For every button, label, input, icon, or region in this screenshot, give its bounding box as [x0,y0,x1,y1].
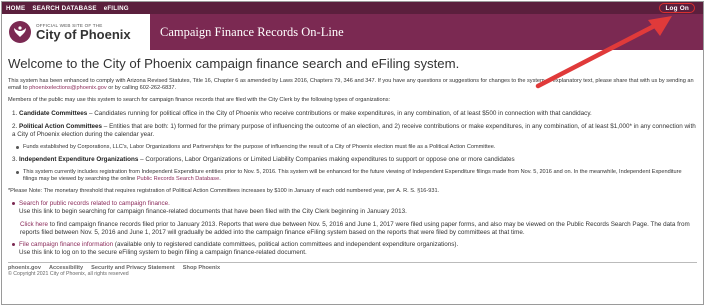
search-section: Search for public records related to cam… [12,200,697,216]
threshold-note: *Please Note: The monetary threshold tha… [8,188,440,195]
members-paragraph: Members of the public may use this syste… [8,97,391,104]
org-political-action-committees: 2. Political Action Committees – Entitie… [12,122,696,138]
footer-shop-link[interactable]: Shop Phoenix [183,265,220,271]
phoenix-bird-icon [9,21,31,43]
list-item: Funds established by Corporations, LLC's… [16,144,697,151]
click-here-link[interactable]: Click here [20,221,48,228]
nav-efiling-link[interactable]: eFILING [104,5,129,12]
efiling-section: File campaign finance information (avail… [12,241,697,257]
site-title: Campaign Finance Records On-Line [160,24,344,39]
list-item: This system currently includes registrat… [16,169,697,183]
org-independent-expenditure: 3. Independent Expenditure Organizations… [12,155,515,163]
logon-highlight: Log On [659,3,695,13]
nav-search-database-link[interactable]: SEARCH DATABASE [32,5,96,12]
logo-big-text: City of Phoenix [36,27,131,42]
intro-paragraph: This system has been enhanced to comply … [8,78,694,92]
main-content: Welcome to the City of Phoenix campaign … [2,50,703,257]
page-title: Welcome to the City of Phoenix campaign … [8,56,460,71]
file-campaign-finance-link[interactable]: File campaign finance information [19,241,113,248]
nav-home-link[interactable]: HOME [6,5,25,12]
prior-records-paragraph: Click here to find campaign finance reco… [20,221,690,237]
public-records-search-link[interactable]: Public Records Search Database [137,176,219,182]
logon-link[interactable]: Log On [665,5,689,12]
copyright-text: © Copyright 2021 City of Phoenix, all ri… [8,271,129,278]
top-nav: HOME SEARCH DATABASE eFILING Log On [2,2,703,14]
city-logo[interactable]: OFFICIAL WEB SITE OF THE City of Phoenix [2,14,150,50]
email-link[interactable]: phoenixelections@phoenix.gov [29,85,107,91]
search-records-link[interactable]: Search for public records related to cam… [19,200,407,208]
footer: phoenix.gov Accessibility Security and P… [2,263,703,279]
page-frame: HOME SEARCH DATABASE eFILING Log On OFFI… [1,1,704,305]
org-candidate-committees: 1. Candidate Committees – Candidates run… [12,109,592,117]
site-header: OFFICIAL WEB SITE OF THE City of Phoenix… [2,14,703,50]
